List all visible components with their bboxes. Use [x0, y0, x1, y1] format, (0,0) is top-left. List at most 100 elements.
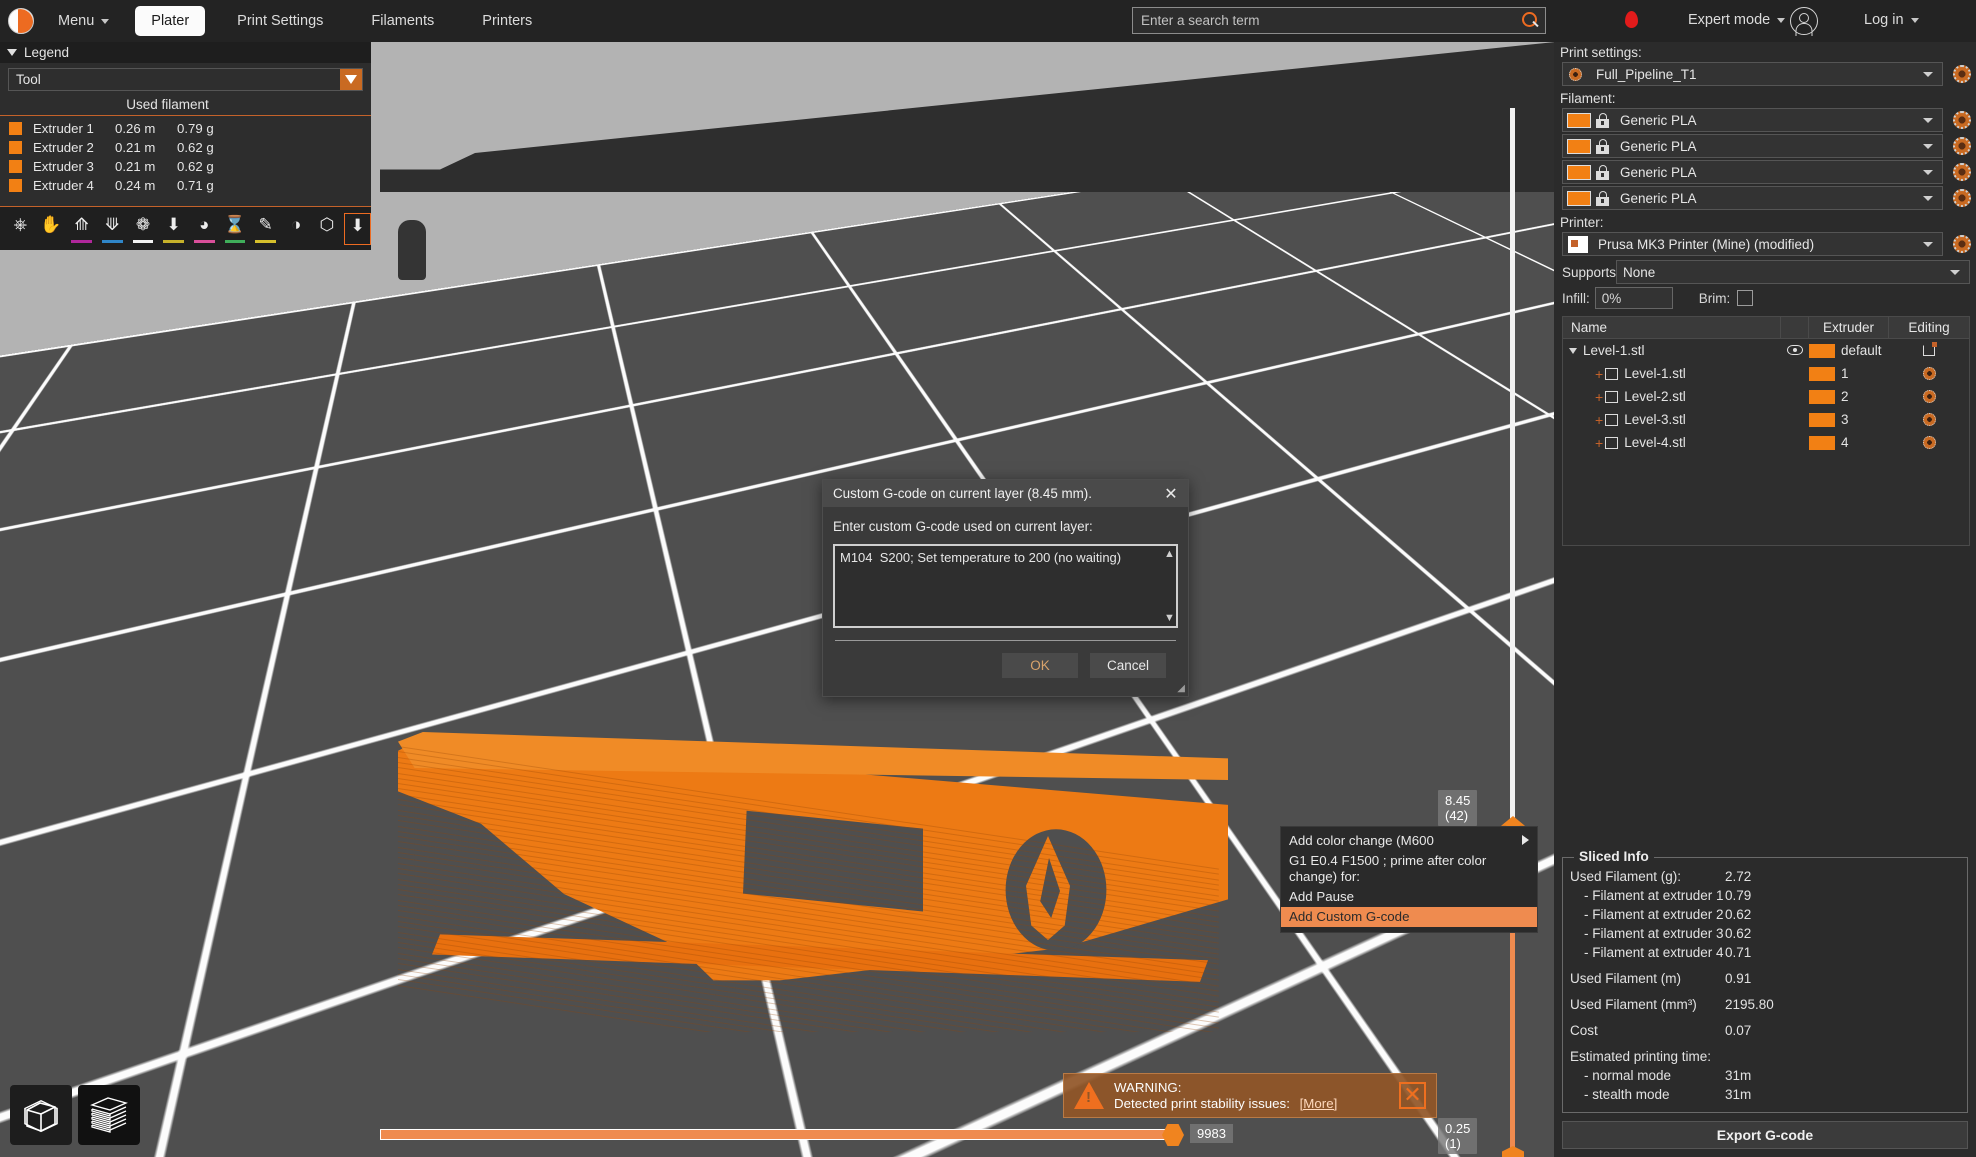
lock-icon[interactable] [1596, 112, 1609, 128]
scroll-down-icon[interactable]: ▼ [1164, 612, 1175, 624]
object-name-cell[interactable]: + Level-3.stl [1563, 412, 1781, 428]
chevron-down-icon[interactable] [1923, 241, 1933, 247]
gear-icon[interactable] [1922, 413, 1936, 426]
filament-edit-gear-icon[interactable] [1953, 163, 1971, 181]
filament-select-4[interactable]: Generic PLA [1562, 186, 1943, 210]
account-avatar[interactable] [1790, 7, 1818, 35]
printer-select[interactable]: Prusa MK3 Printer (Mine) (modified) [1562, 232, 1943, 256]
extruder-cell[interactable]: 4 [1809, 435, 1889, 450]
editing-cell[interactable] [1889, 390, 1969, 403]
chevron-down-icon[interactable] [1950, 269, 1960, 275]
filament-select-2[interactable]: Generic PLA [1562, 134, 1943, 158]
add-settings-icon[interactable]: + [1595, 435, 1603, 451]
tab-printers[interactable]: Printers [466, 6, 548, 36]
expert-mode-button[interactable]: Expert mode [1678, 8, 1795, 32]
gcode-textarea-wrap[interactable]: ▲ ▼ [833, 544, 1178, 628]
tab-plater[interactable]: Plater [135, 6, 206, 36]
3d-editor-view-icon[interactable] [10, 1085, 72, 1145]
editing-cell[interactable] [1889, 436, 1969, 449]
seams-icon[interactable]: ⟰ [68, 213, 95, 245]
menu-button[interactable]: Menu [48, 9, 119, 33]
ok-button[interactable]: OK [1002, 653, 1078, 678]
login-button[interactable]: Log in [1854, 8, 1929, 32]
table-row[interactable]: Level-1.stl default [1563, 339, 1969, 362]
object-name-cell[interactable]: Level-1.stl [1563, 343, 1781, 358]
extruder-cell[interactable]: default [1809, 343, 1889, 358]
chevron-down-icon[interactable] [1923, 71, 1933, 77]
add-settings-icon[interactable]: + [1595, 389, 1603, 405]
lock-icon[interactable] [1596, 164, 1609, 180]
legend-row[interactable]: Extruder 2 0.21 m 0.62 g [0, 138, 371, 157]
filament-select-1[interactable]: Generic PLA [1562, 108, 1943, 132]
layer-slider-track[interactable] [1510, 108, 1515, 828]
move-slider-thumb[interactable] [1162, 1124, 1184, 1146]
nozzle-icon[interactable]: ⬇ [344, 212, 371, 245]
add-settings-icon[interactable]: + [1595, 412, 1603, 428]
chevron-down-icon[interactable] [1923, 169, 1933, 175]
brim-checkbox[interactable] [1737, 290, 1754, 306]
legend-cube-icon[interactable]: ⬡ [314, 213, 341, 245]
legend-header[interactable]: Legend [0, 42, 371, 63]
deretractions-icon[interactable]: ⟱ [99, 213, 126, 245]
editing-cell[interactable] [1889, 342, 1969, 356]
pause-print-icon[interactable]: ⌛ [222, 213, 249, 245]
search-box[interactable] [1132, 7, 1546, 34]
menu-item-add-pause[interactable]: Add Pause [1281, 887, 1537, 907]
extruder-cell[interactable]: 2 [1809, 389, 1889, 404]
gear-icon[interactable] [1922, 436, 1936, 449]
legend-view-select[interactable]: Tool [8, 68, 363, 91]
filament-color-swatch[interactable] [1567, 138, 1591, 154]
printer-edit-gear-icon[interactable] [1953, 235, 1971, 253]
filament-edit-gear-icon[interactable] [1953, 137, 1971, 155]
table-row[interactable]: + Level-4.stl 4 [1563, 431, 1969, 454]
chevron-down-icon[interactable] [1923, 117, 1933, 123]
object-name-cell[interactable]: + Level-4.stl [1563, 435, 1781, 451]
filament-edit-gear-icon[interactable] [1953, 189, 1971, 207]
legend-row[interactable]: Extruder 1 0.26 m 0.79 g [0, 119, 371, 138]
close-icon[interactable]: ✕ [1154, 480, 1188, 507]
table-row[interactable]: + Level-3.stl 3 [1563, 408, 1969, 431]
wipe-icon[interactable]: ❁ [130, 213, 157, 245]
visibility-cell[interactable] [1781, 343, 1809, 358]
tab-print-settings[interactable]: Print Settings [221, 6, 339, 36]
custom-gcode-icon[interactable]: ✎ [252, 213, 279, 245]
warning-more-link[interactable]: [More] [1300, 1096, 1338, 1111]
filament-edit-gear-icon[interactable] [1953, 111, 1971, 129]
filament-color-swatch[interactable] [1567, 112, 1591, 128]
table-row[interactable]: + Level-1.stl 1 [1563, 362, 1969, 385]
search-input[interactable] [1133, 13, 1519, 28]
object-name-cell[interactable]: + Level-2.stl [1563, 389, 1781, 405]
legend-row[interactable]: Extruder 3 0.21 m 0.62 g [0, 157, 371, 176]
move-slider[interactable]: 9983 [380, 1120, 1490, 1150]
expand-chevron-icon[interactable] [1569, 347, 1577, 354]
print-settings-edit-gear-icon[interactable] [1953, 65, 1971, 83]
legend-row[interactable]: Extruder 4 0.24 m 0.71 g [0, 176, 371, 195]
search-icon[interactable] [1519, 10, 1541, 32]
layer-slider-context-menu[interactable]: Add color change (M600 G1 E0.4 F1500 ; p… [1280, 826, 1538, 933]
resize-grip-icon[interactable]: ◢ [1177, 683, 1185, 694]
filament-select-3[interactable]: Generic PLA [1562, 160, 1943, 184]
layer-slider[interactable]: 8.45 (42) 0.25 (1) [1438, 100, 1554, 1157]
retractions-icon[interactable]: ✋ [38, 213, 65, 245]
filament-color-swatch[interactable] [1567, 190, 1591, 206]
collapse-triangle-icon[interactable] [7, 49, 17, 56]
preview-layers-view-icon[interactable] [78, 1085, 140, 1145]
export-gcode-button[interactable]: Export G-code [1562, 1121, 1968, 1149]
custom-gcode-dialog[interactable]: Custom G-code on current layer (8.45 mm)… [822, 479, 1189, 697]
color-change-icon[interactable]: ◕ [191, 213, 218, 245]
chevron-down-icon[interactable] [1923, 143, 1933, 149]
travel-icon[interactable]: ⎈ [7, 213, 34, 245]
editing-cell[interactable] [1889, 367, 1969, 380]
textarea-scrollbar[interactable]: ▲ ▼ [1161, 546, 1176, 626]
gear-icon[interactable] [1922, 367, 1936, 380]
object-name-cell[interactable]: + Level-1.stl [1563, 366, 1781, 382]
cancel-button[interactable]: Cancel [1090, 653, 1166, 678]
extruder-cell[interactable]: 3 [1809, 412, 1889, 427]
tab-filaments[interactable]: Filaments [355, 6, 450, 36]
gcode-textarea[interactable] [835, 546, 1161, 626]
eye-icon[interactable] [1787, 345, 1803, 355]
preview-feature-toolbar[interactable]: ⎈ ✋ ⟰ ⟱ ❁ ⬇ ◕ ⌛ ✎ ◑ ⬡ ⬇ [0, 206, 371, 250]
lock-icon[interactable] [1596, 190, 1609, 206]
sliced-model[interactable] [398, 732, 1228, 1032]
object-settings-icon[interactable] [1923, 342, 1937, 356]
